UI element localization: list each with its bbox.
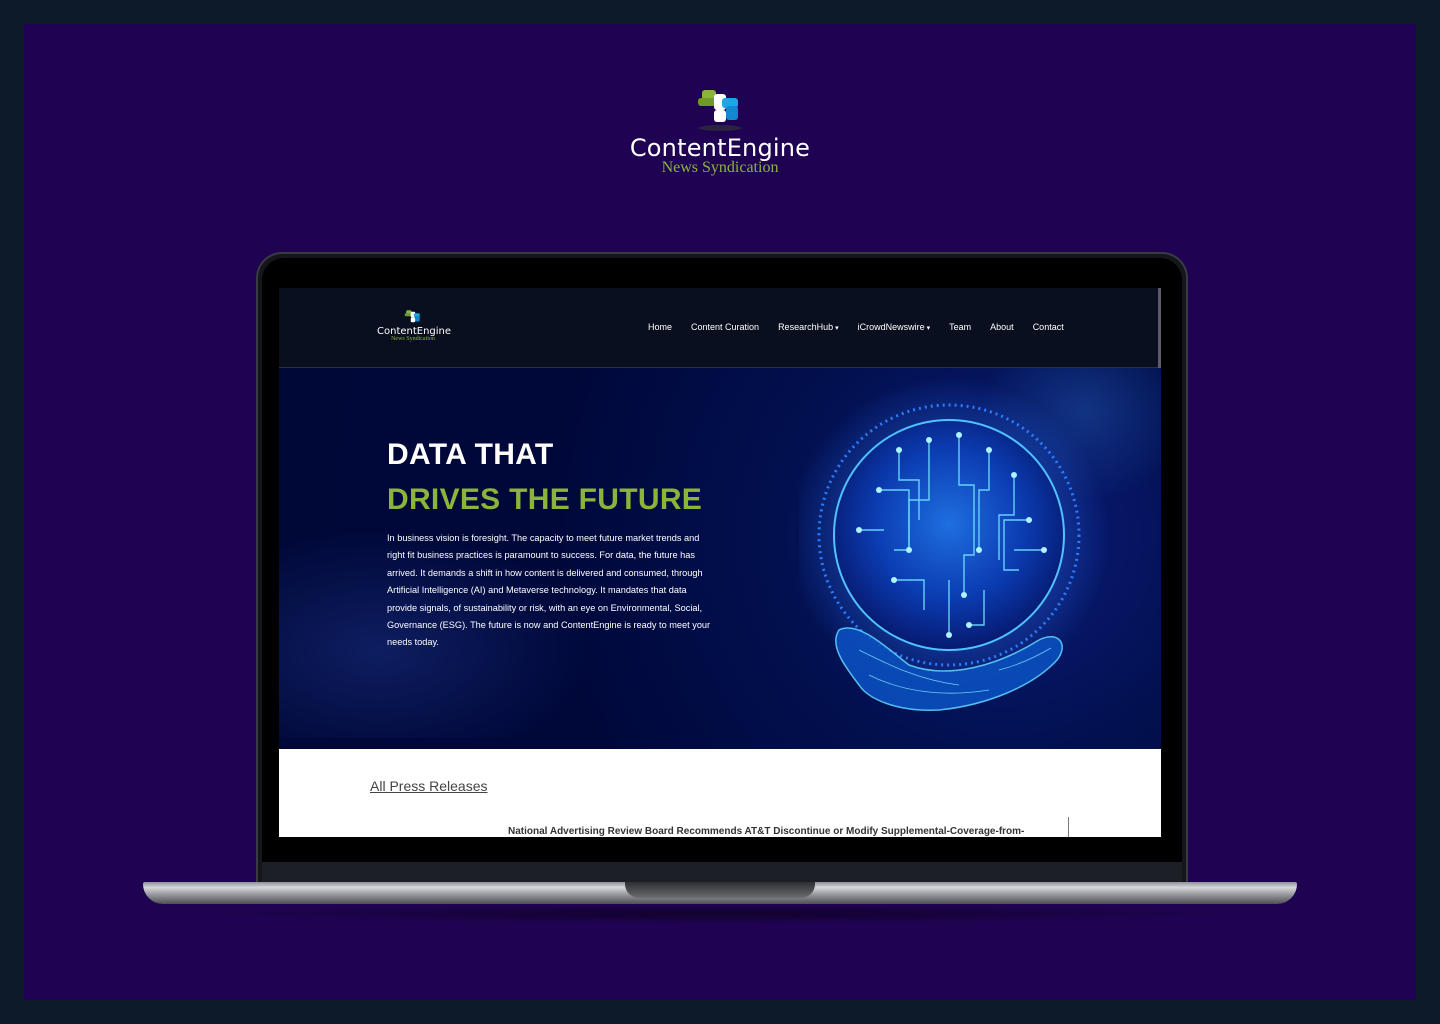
nav-item-home[interactable]: Home	[648, 322, 672, 332]
circuit-globe-in-hand-icon	[789, 377, 1119, 740]
puzzle-cross-logo-icon	[402, 308, 424, 326]
caret-down-icon: ▾	[835, 325, 839, 332]
laptop-shadow	[180, 904, 1260, 924]
brand-name: ContentEngine	[629, 134, 811, 162]
site-header: ContentEngine News Syndication Home Cont…	[279, 288, 1161, 368]
nav-item-researchhub[interactable]: ResearchHub ▾	[778, 322, 839, 332]
nav-item-icrowdnewswire[interactable]: iCrowdNewswire ▾	[858, 322, 931, 332]
hero-title-line2: DRIVES THE FUTURE	[387, 483, 703, 516]
caret-down-icon: ▾	[926, 325, 931, 332]
nav-item-about[interactable]: About	[990, 322, 1014, 332]
hero-section: DATA THAT DRIVES THE FUTURE In business …	[279, 368, 1161, 749]
nav-item-contact[interactable]: Contact	[1033, 322, 1064, 332]
divider	[1068, 817, 1069, 837]
nav-item-content-curation[interactable]: Content Curation	[691, 322, 759, 332]
press-releases-section: All Press Releases National Advertising …	[279, 749, 1161, 837]
all-press-releases-link[interactable]: All Press Releases	[370, 778, 488, 794]
laptop-notch	[625, 882, 815, 898]
laptop-chin	[262, 862, 1182, 884]
press-release-item[interactable]: National Advertising Review Board Recomm…	[508, 826, 1024, 837]
website-screen: ContentEngine News Syndication Home Cont…	[279, 288, 1161, 837]
site-logo[interactable]: ContentEngine News Syndication	[377, 308, 451, 342]
brand-tagline: News Syndication	[661, 159, 779, 176]
hero-description: In business vision is foresight. The cap…	[387, 533, 711, 648]
puzzle-cross-logo-icon	[692, 84, 748, 132]
nav-item-team[interactable]: Team	[949, 322, 971, 332]
hero-title-line1: DATA THAT	[387, 438, 554, 471]
top-brand-logo: ContentEngine News Syndication	[0, 84, 1440, 177]
main-nav: Home Content Curation ResearchHub ▾ iCrow…	[648, 322, 1083, 332]
